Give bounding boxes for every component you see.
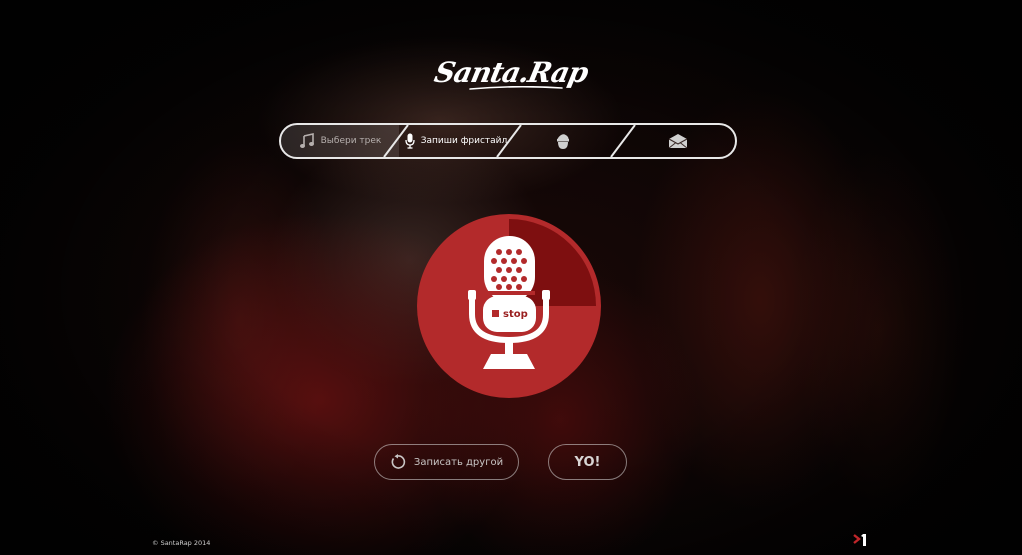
yo-button[interactable]: YO! — [548, 444, 627, 480]
step-label: Запиши фристайл — [420, 136, 508, 146]
rotate-icon — [390, 454, 406, 470]
step-santa[interactable] — [521, 125, 611, 157]
copyright: © SantaRap 2014 — [152, 539, 211, 547]
stop-square-icon — [492, 310, 499, 317]
record-again-label: Записать другой — [413, 456, 504, 468]
record-disc — [417, 214, 601, 398]
logo-swash — [469, 86, 563, 90]
stop-label[interactable]: stop — [503, 309, 528, 320]
santa-head-icon — [555, 132, 571, 150]
envelope-icon — [668, 133, 688, 149]
step-record-freestyle[interactable]: Запиши фристайл — [401, 125, 511, 157]
step-navigation: Выбери трек Запиши фристайл — [279, 123, 737, 159]
logo-text: Santa.Rap — [431, 55, 591, 89]
record-again-button[interactable]: Записать другой — [374, 444, 519, 480]
record-button[interactable] — [417, 214, 601, 398]
microphone-icon — [405, 133, 415, 149]
m1-logo-icon[interactable] — [853, 533, 869, 547]
step-send[interactable] — [631, 125, 731, 157]
santa-rap-logo[interactable]: Santa.Rap — [431, 50, 591, 94]
yo-label: YO! — [574, 454, 601, 470]
page: Santa.Rap Выбери трек Запиши фристайл st… — [0, 0, 1022, 555]
